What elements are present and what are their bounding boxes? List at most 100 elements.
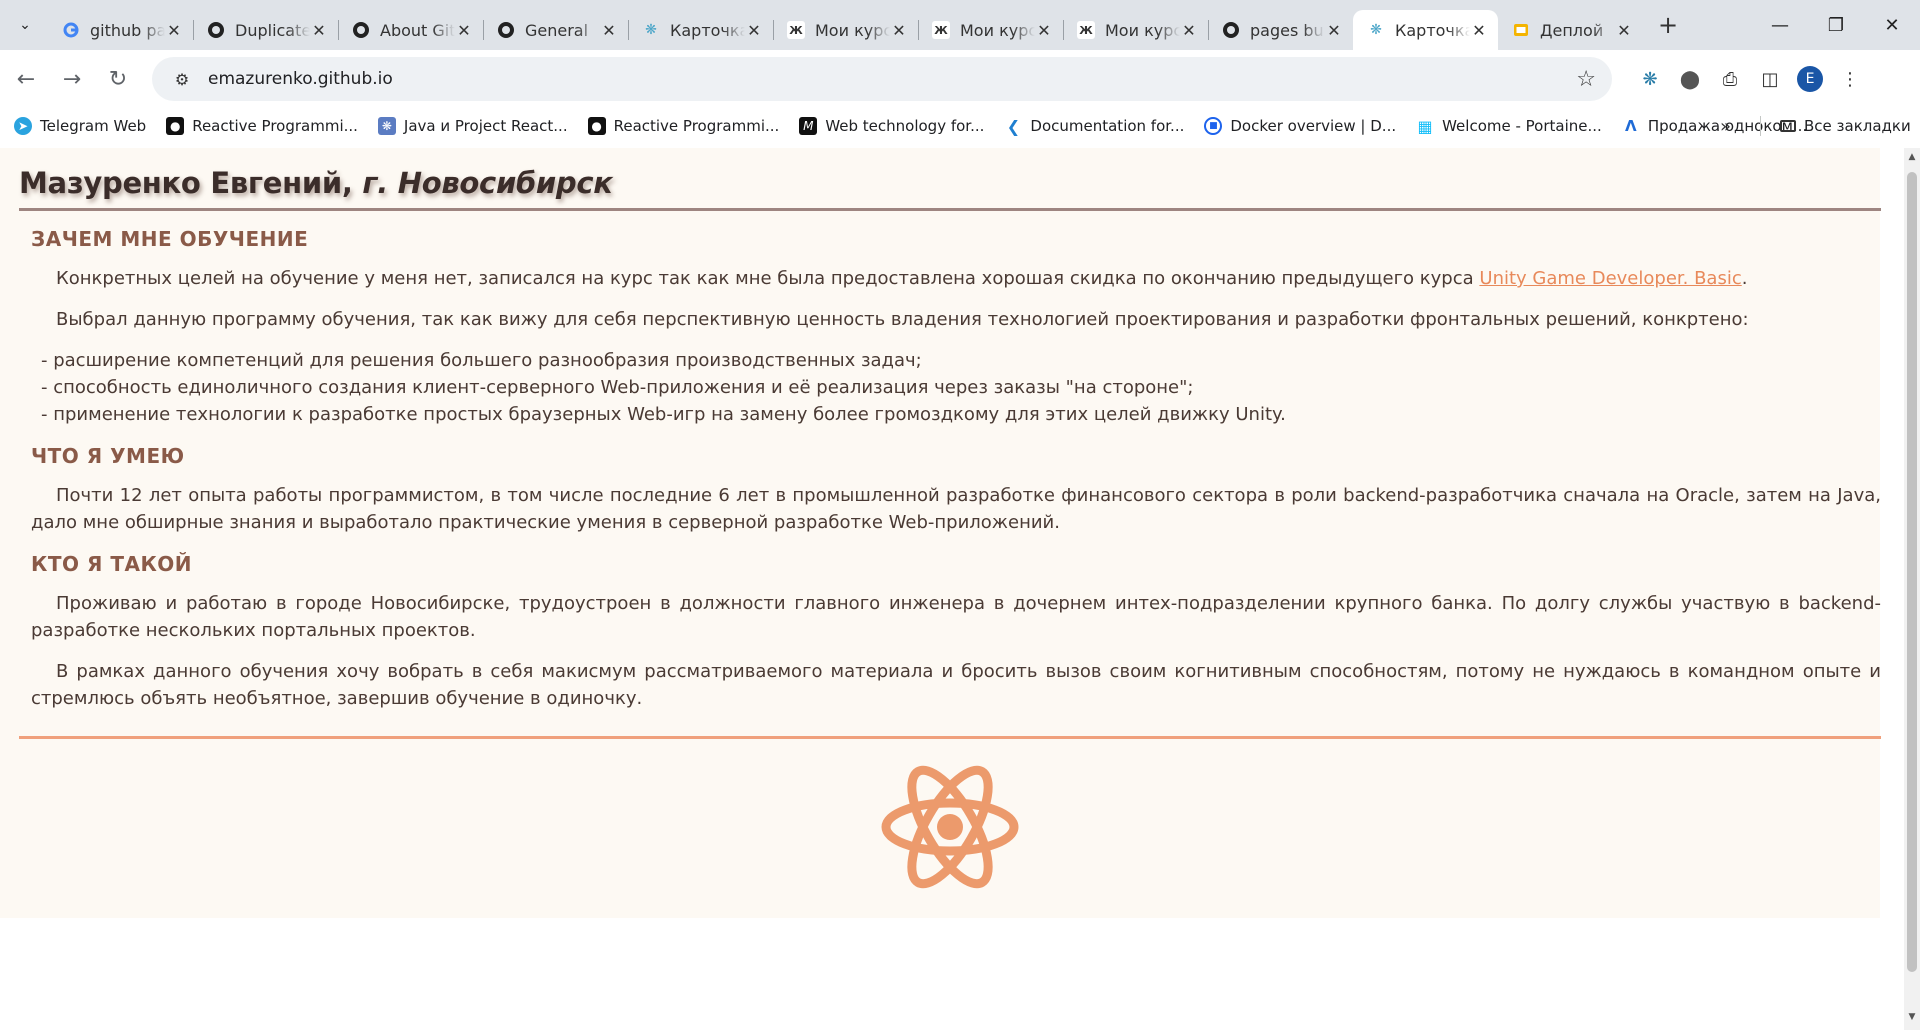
tab-0[interactable]: github pages ✕ [48, 10, 193, 50]
paragraph: Конкретных целей на обучение у меня нет,… [31, 265, 1881, 292]
tab-6[interactable]: Ж Мои курсы ✕ [918, 10, 1063, 50]
bookmark-item[interactable]: ❋ Java и Project React... [377, 117, 568, 135]
scroll-down-icon[interactable]: ▼ [1904, 1012, 1920, 1026]
extension-icon[interactable]: ⬤ [1670, 59, 1710, 99]
github-icon [497, 21, 515, 39]
paragraph: Проживаю и работаю в городе Новосибирске… [31, 593, 1881, 641]
bookmark-item[interactable]: ● Reactive Programmi... [587, 117, 780, 135]
profile-button[interactable]: E [1790, 59, 1830, 99]
bookmark-item[interactable]: ■ Docker overview | D... [1204, 117, 1396, 135]
footer-divider [19, 736, 1881, 739]
menu-icon[interactable]: ⋮ [1830, 59, 1870, 99]
bookmark-item[interactable]: ❮ Documentation for... [1004, 116, 1185, 136]
chevron-double-right-icon: » [1720, 115, 1732, 137]
tab-strip: ⌄ github pages ✕ Duplicate ✕ About GitHu… [0, 0, 1920, 50]
close-icon[interactable]: ✕ [165, 21, 183, 40]
paragraph: Почти 12 лет опыта работы программистом,… [31, 485, 1881, 533]
tab-7[interactable]: Ж Мои курсы ✕ [1063, 10, 1208, 50]
tab-2[interactable]: About GitHub ✕ [338, 10, 483, 50]
bookmark-item[interactable]: ➤ Telegram Web [14, 117, 146, 135]
bookmark-label: Telegram Web [40, 117, 147, 135]
side-panel-icon[interactable]: ◫ [1750, 59, 1790, 99]
github-icon [1222, 21, 1240, 39]
address-bar[interactable]: ⚙ emazurenko.github.io ☆ [152, 57, 1612, 101]
extensions-area: ❋ ⬤ ⎙ ◫ E ⋮ [1630, 58, 1870, 100]
close-icon[interactable]: ✕ [1325, 21, 1343, 40]
bookmark-label: Docker overview | D... [1230, 117, 1397, 135]
close-icon[interactable]: ✕ [310, 21, 328, 40]
forward-button[interactable]: → [52, 59, 92, 99]
minimize-button[interactable]: — [1752, 0, 1808, 50]
tab-10[interactable]: Деплой ✕ [1498, 10, 1643, 50]
tab-1[interactable]: Duplicate ✕ [193, 10, 338, 50]
bookmark-label: Reactive Programmi... [192, 117, 358, 135]
puzzle-icon[interactable]: ⎙ [1710, 59, 1750, 99]
docker-icon: ■ [1204, 117, 1223, 135]
tab-title: Деплой [1540, 20, 1604, 40]
avatar: E [1797, 66, 1823, 92]
bookmark-label: Reactive Programmi... [613, 117, 780, 135]
scrollbar-thumb[interactable] [1907, 172, 1917, 972]
tab-search-button[interactable]: ⌄ [10, 10, 40, 40]
bookmark-label: Web technology for... [825, 117, 985, 135]
new-tab-button[interactable]: + [1651, 8, 1685, 42]
github-icon [207, 21, 225, 39]
list-item: - способность единоличного создания клие… [41, 377, 1194, 398]
page-title: Мазуренко Евгений, г. Новосибирск [19, 166, 1881, 204]
google-icon [62, 21, 80, 39]
section-heading-skills: ЧТО Я УМЕЮ [31, 444, 185, 468]
scroll-up-icon[interactable]: ▲ [1904, 152, 1920, 166]
tab-9-active[interactable]: ❋ Карточка ✕ [1353, 10, 1498, 50]
section-heading-why: ЗАЧЕМ МНЕ ОБУЧЕНИЕ [31, 227, 309, 251]
close-icon[interactable]: ✕ [890, 21, 908, 40]
react-devtools-icon[interactable]: ❋ [1630, 59, 1670, 99]
restore-icon: ❐ [1827, 14, 1845, 36]
tab-3[interactable]: General ✕ [483, 10, 628, 50]
reload-button[interactable]: ↻ [98, 59, 138, 99]
restore-button[interactable]: ❐ [1808, 0, 1864, 50]
bookmark-item[interactable]: ● Reactive Programmi... [166, 117, 358, 135]
close-icon[interactable]: ✕ [600, 21, 618, 40]
all-bookmarks-button[interactable]: Все закладки [1780, 108, 1911, 144]
avito-icon: Λ [1625, 117, 1637, 135]
close-icon[interactable]: ✕ [455, 21, 473, 40]
otus-icon: Ж [1077, 21, 1095, 39]
bookmarks-bar: ➤ Telegram Web ● Reactive Programmi... ❋… [0, 108, 1920, 144]
close-icon[interactable]: ✕ [1470, 21, 1488, 40]
site-info-icon[interactable]: ⚙ [164, 70, 200, 89]
page-viewport: Мазуренко Евгений, г. Новосибирск ЗАЧЕМ … [0, 148, 1904, 1030]
close-window-button[interactable]: ✕ [1864, 0, 1920, 50]
section-heading-about: КТО Я ТАКОЙ [31, 552, 193, 576]
tab-5[interactable]: Ж Мои курсы ✕ [773, 10, 918, 50]
spring-icon: ❋ [377, 117, 396, 135]
github-icon [352, 21, 370, 39]
medium-icon: ● [587, 117, 606, 135]
close-icon[interactable]: ✕ [1615, 21, 1633, 40]
tab-4[interactable]: ❋ Карточка ✕ [628, 10, 773, 50]
close-icon[interactable]: ✕ [1035, 21, 1053, 40]
title-city: г. Новосибирск [352, 166, 613, 200]
vscode-icon: ❮ [1006, 116, 1021, 136]
scrollbar[interactable]: ▲ ▼ [1904, 148, 1920, 1030]
window-controls: — ❐ ✕ [1752, 0, 1920, 50]
bookmark-item[interactable]: ▦ Welcome - Portaine... [1416, 117, 1602, 136]
back-button[interactable]: ← [6, 59, 46, 99]
tab-title: Мои курсы [815, 20, 890, 40]
mdn-icon: M [799, 117, 818, 135]
tab-title: github pages [90, 20, 165, 40]
course-link[interactable]: Unity Game Developer. Basic [1479, 268, 1741, 289]
more-bookmarks-button[interactable]: » [1720, 108, 1731, 144]
otus-icon: Ж [932, 21, 950, 39]
close-icon[interactable]: ✕ [1180, 21, 1198, 40]
url-text[interactable]: emazurenko.github.io [208, 69, 393, 89]
page-card: Мазуренко Евгений, г. Новосибирск ЗАЧЕМ … [0, 148, 1881, 918]
bookmark-item[interactable]: M Web technology for... [799, 117, 984, 135]
folder-icon [1780, 120, 1796, 132]
close-icon[interactable]: ✕ [745, 21, 763, 40]
tab-title: Мои курсы [1105, 20, 1180, 40]
tab-8[interactable]: pages build ✕ [1208, 10, 1353, 50]
star-icon[interactable]: ☆ [1576, 67, 1596, 92]
list-item: - расширение компетенций для решения бол… [41, 350, 922, 371]
tab-title: pages build [1250, 20, 1325, 40]
toolbar: ← → ↻ ⚙ emazurenko.github.io ☆ ❋ ⬤ ⎙ ◫ E… [0, 50, 1920, 108]
